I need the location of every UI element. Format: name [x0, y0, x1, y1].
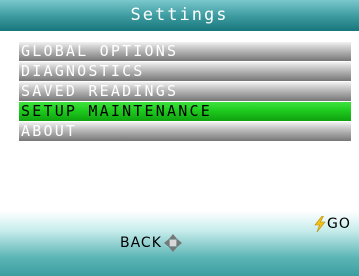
- menu-item-about[interactable]: ABOUT: [19, 122, 351, 141]
- menu-item-setup-maintenance[interactable]: SETUP MAINTENANCE: [19, 102, 351, 121]
- menu-item-label: SETUP MAINTENANCE: [21, 102, 212, 120]
- menu-item-global-options[interactable]: GLOBAL OPTIONS: [19, 42, 351, 61]
- title-bar: Settings: [0, 0, 359, 31]
- menu-item-label: SAVED READINGS: [21, 82, 179, 100]
- go-label: GO: [327, 216, 351, 232]
- menu-item-label: ABOUT: [21, 122, 78, 140]
- softkey-bar: GO BACK: [0, 211, 359, 276]
- back-button[interactable]: BACK: [120, 233, 183, 253]
- dpad-arrows-icon: [163, 234, 182, 252]
- menu-item-label: DIAGNOSTICS: [21, 62, 145, 80]
- menu-item-saved-readings[interactable]: SAVED READINGS: [19, 82, 351, 101]
- menu-item-diagnostics[interactable]: DIAGNOSTICS: [19, 62, 351, 81]
- menu-item-label: GLOBAL OPTIONS: [21, 42, 179, 60]
- settings-menu: GLOBAL OPTIONS DIAGNOSTICS SAVED READING…: [19, 42, 351, 142]
- lightning-icon: [314, 216, 326, 232]
- back-label: BACK: [120, 235, 162, 251]
- go-button[interactable]: GO: [314, 216, 351, 232]
- device-screen: Settings GLOBAL OPTIONS DIAGNOSTICS SAVE…: [0, 0, 359, 276]
- screen-title: Settings: [130, 5, 229, 25]
